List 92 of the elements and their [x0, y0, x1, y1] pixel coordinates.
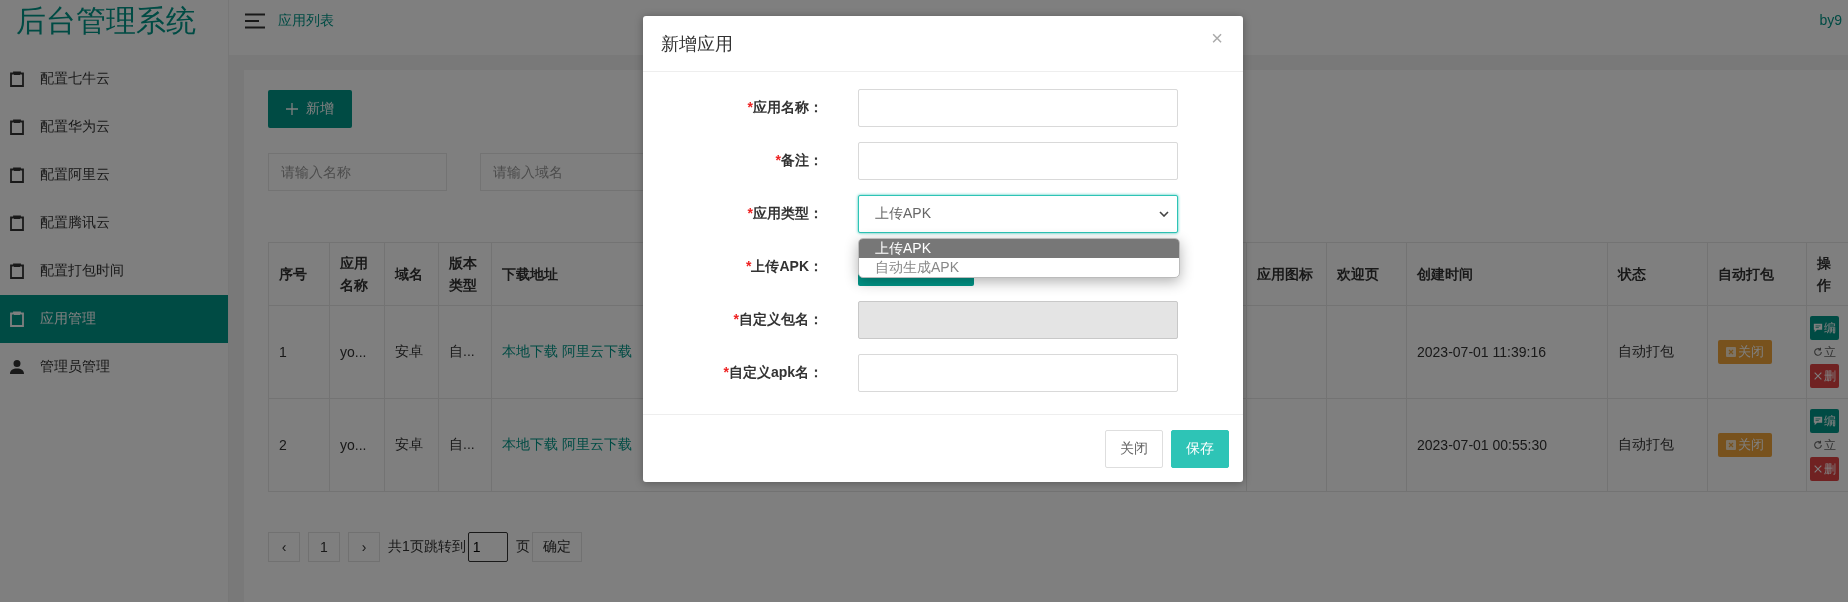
column-header: 欢迎页 — [1326, 242, 1407, 306]
field-label: 自定义包名： — [739, 311, 823, 327]
required-mark: * — [746, 258, 752, 274]
dropdown-option[interactable]: 上传APK — [859, 239, 1179, 258]
column-header: 版本类型 — [438, 242, 492, 306]
table-cell: 自动打包 — [1607, 398, 1708, 492]
table-cell: 自动打包 — [1607, 305, 1708, 399]
toggle-button[interactable]: 关闭 — [1718, 340, 1772, 364]
input-field[interactable] — [858, 354, 1178, 392]
column-header: 应用名称 — [329, 242, 385, 306]
table-cell: 自... — [438, 398, 492, 492]
sidebar-item[interactable]: 配置腾讯云 — [0, 199, 228, 247]
pack-button[interactable]: 立 — [1810, 340, 1839, 364]
delete-button[interactable]: 删 — [1810, 364, 1839, 388]
sidebar-item[interactable]: 配置七牛云 — [0, 55, 228, 103]
next-page-button[interactable]: › — [348, 532, 380, 562]
field-label: 应用名称： — [753, 99, 823, 115]
clipboard-icon — [10, 263, 24, 279]
page-jump-field[interactable]: 1 — [467, 532, 508, 562]
column-header: 创建时间 — [1406, 242, 1608, 306]
download-link[interactable]: 本地下载 — [502, 343, 558, 359]
column-header: 序号 — [268, 242, 330, 306]
type-select[interactable]: 上传APK — [858, 195, 1178, 233]
edit-button[interactable]: 编 — [1810, 316, 1839, 340]
close-icon — [1813, 464, 1823, 474]
save-button[interactable]: 保存 — [1171, 429, 1229, 468]
menu-icon[interactable] — [245, 13, 265, 29]
page-button[interactable]: 1 — [308, 532, 340, 562]
app-logo: 后台管理系统 — [15, 3, 197, 39]
sidebar-item[interactable]: 应用管理 — [0, 295, 228, 343]
refresh-icon — [1813, 347, 1823, 357]
field-label: 自定义apk名： — [728, 364, 823, 380]
page-title: 应用列表 — [278, 12, 334, 30]
input-field[interactable] — [858, 142, 1178, 180]
sidebar-item[interactable]: 配置华为云 — [0, 103, 228, 151]
clipboard-icon — [10, 167, 24, 183]
column-header: 域名 — [384, 242, 439, 306]
required-mark: * — [733, 311, 739, 327]
comment-icon — [1813, 416, 1823, 426]
cancel-button[interactable]: 关闭 — [1105, 429, 1163, 468]
input-field[interactable] — [858, 89, 1178, 127]
field-label: 备注： — [781, 152, 823, 168]
table-cell: 自... — [438, 305, 492, 399]
page-count-label: 共1页跳转到 — [388, 538, 466, 556]
chevron-down-icon — [1159, 211, 1169, 217]
dropdown-option[interactable]: 自动生成APK — [859, 258, 1179, 277]
add-button[interactable]: 新增 — [268, 90, 352, 128]
toggle-button[interactable]: 关闭 — [1718, 433, 1772, 457]
pack-button[interactable]: 立 — [1810, 433, 1839, 457]
dialog-title: 新增应用 — [661, 32, 733, 56]
table-cell: 安卓 — [384, 305, 439, 399]
clipboard-icon — [10, 119, 24, 135]
table-cell: 2023-07-01 00:55:30 — [1406, 398, 1608, 492]
table-cell: 1 — [268, 305, 330, 399]
refresh-icon — [1813, 440, 1823, 450]
close-button[interactable]: × — [1207, 27, 1227, 50]
delete-button[interactable]: 删 — [1810, 457, 1839, 481]
plus-icon — [286, 103, 298, 115]
edit-button[interactable]: 编 — [1810, 409, 1839, 433]
close-box-icon — [1726, 440, 1736, 450]
table-cell: yo... — [329, 398, 385, 492]
required-mark: * — [747, 205, 753, 221]
required-mark: * — [747, 99, 753, 115]
required-mark: * — [723, 364, 729, 380]
user-icon — [10, 359, 24, 375]
column-header: 状态 — [1607, 242, 1708, 306]
field-label: 应用类型： — [753, 205, 823, 221]
field-label: 上传APK： — [751, 258, 823, 274]
column-header: 应用图标 — [1246, 242, 1327, 306]
clipboard-icon — [10, 71, 24, 87]
confirm-button[interactable]: 确定 — [531, 532, 582, 562]
previous-page-button[interactable]: ‹ — [268, 532, 300, 562]
download-link[interactable]: 本地下载 — [502, 436, 558, 452]
table-cell: yo... — [329, 305, 385, 399]
sidebar-item[interactable]: 管理员管理 — [0, 343, 228, 391]
column-header: 操作 — [1806, 242, 1848, 306]
user-name[interactable]: by9 — [1819, 12, 1842, 28]
page-unit-label: 页 — [515, 538, 530, 556]
close-icon — [1813, 371, 1823, 381]
column-header: 自动打包 — [1707, 242, 1807, 306]
table-cell: 2023-07-01 11:39:16 — [1406, 305, 1608, 399]
close-box-icon — [1726, 347, 1736, 357]
download-link[interactable]: 阿里云下载 — [562, 436, 632, 452]
clipboard-icon — [10, 311, 24, 327]
sidebar-item[interactable]: 配置打包时间 — [0, 247, 228, 295]
table-cell: 安卓 — [384, 398, 439, 492]
comment-icon — [1813, 323, 1823, 333]
required-mark: * — [775, 152, 781, 168]
download-link[interactable]: 阿里云下载 — [562, 343, 632, 359]
table-cell: 2 — [268, 398, 330, 492]
clipboard-icon — [10, 215, 24, 231]
sidebar-item[interactable]: 配置阿里云 — [0, 151, 228, 199]
